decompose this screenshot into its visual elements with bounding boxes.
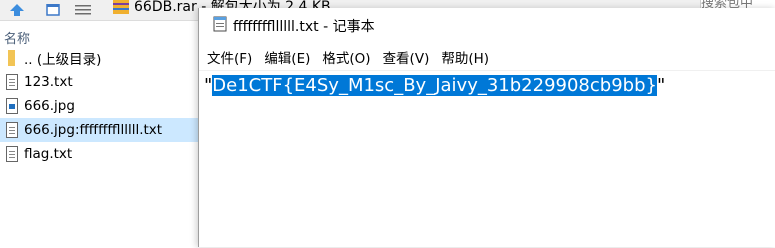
notepad-text-area[interactable]: "De1CTF{E4Sy_M1sc_By_Jaivy_31b229908cb9b… [199, 70, 775, 248]
file-name: .. (上级目录) [24, 52, 102, 68]
file-name: 123.txt [24, 74, 73, 90]
image-file-icon [4, 97, 20, 115]
list-item[interactable]: 123.txt [0, 70, 198, 94]
file-name: flag.txt [24, 146, 73, 162]
menu-format[interactable]: 格式(O) [318, 47, 374, 67]
text-file-icon [4, 73, 20, 91]
up-arrow-icon[interactable] [8, 0, 26, 20]
list-item-selected[interactable]: 666.jpg:ffffffffllllll.txt [0, 118, 198, 142]
text-file-icon [4, 145, 20, 163]
notepad-icon [213, 16, 227, 37]
selected-flag-text[interactable]: De1CTF{E4Sy_M1sc_By_Jaivy_31b229908cb9bb… [212, 75, 657, 96]
rar-archive-icon [112, 0, 130, 14]
file-name: 666.jpg:ffffffffllllll.txt [24, 122, 163, 138]
menu-edit[interactable]: 编辑(E) [260, 47, 314, 67]
file-name: 666.jpg [24, 98, 75, 114]
menu-file[interactable]: 文件(F) [203, 47, 256, 67]
text-file-icon [4, 121, 20, 139]
notepad-content[interactable]: "De1CTF{E4Sy_M1sc_By_Jaivy_31b229908cb9b… [204, 73, 665, 99]
notepad-window: ffffffffllllll.txt - 记事本 文件(F) 编辑(E) 格式(… [198, 8, 775, 247]
notepad-titlebar[interactable]: ffffffffllllll.txt - 记事本 [199, 8, 775, 42]
list-view-icon[interactable] [72, 0, 94, 20]
quote-close: " [656, 75, 666, 96]
list-item[interactable]: .. (上级目录) [0, 46, 198, 70]
list-item[interactable]: 666.jpg [0, 94, 198, 118]
menu-help[interactable]: 帮助(H) [437, 47, 493, 67]
file-list: .. (上级目录) 123.txt 666.jpg 666.jpg:ffffff… [0, 46, 198, 166]
folder-up-icon [4, 49, 20, 67]
list-item[interactable]: flag.txt [0, 142, 198, 166]
notepad-menubar: 文件(F) 编辑(E) 格式(O) 查看(V) 帮助(H) [199, 46, 493, 68]
column-header-name[interactable]: 名称 [4, 28, 30, 47]
notepad-title: ffffffffllllll.txt - 记事本 [233, 19, 375, 35]
menu-view[interactable]: 查看(V) [379, 47, 434, 67]
window-view-icon[interactable] [44, 0, 62, 20]
